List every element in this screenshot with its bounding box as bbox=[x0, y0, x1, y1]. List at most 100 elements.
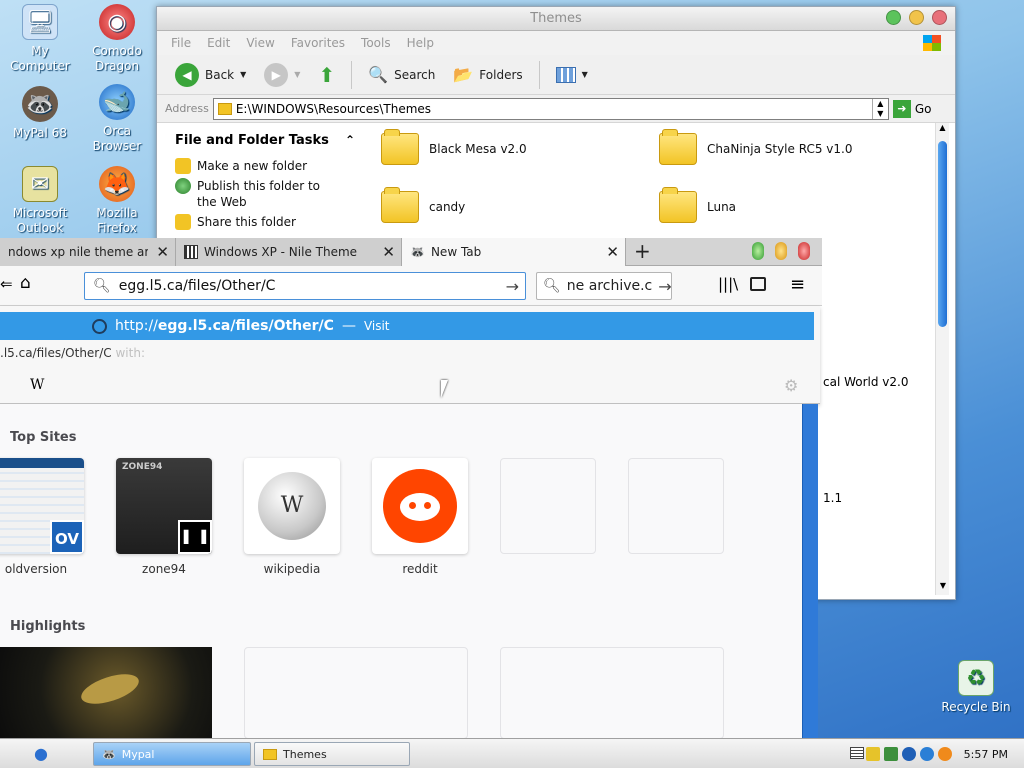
menu-tools[interactable]: Tools bbox=[361, 36, 391, 50]
folder-item[interactable]: candy bbox=[381, 187, 465, 223]
desktop-icon-mypal[interactable]: 🦝 MyPal 68 bbox=[0, 86, 80, 141]
apple-menu-icon[interactable]: ● bbox=[34, 744, 48, 763]
search-settings-gear-icon[interactable]: ⚙ bbox=[784, 376, 798, 395]
tab-new-tab[interactable]: 🦝 New Tab ✕ bbox=[402, 238, 626, 266]
search-go-icon[interactable]: → bbox=[658, 277, 671, 296]
search-input[interactable]: 🔍︎ ne archive.c → bbox=[536, 272, 672, 300]
task-publish-folder[interactable]: Publish this folder to the Web bbox=[175, 178, 355, 210]
scroll-down-button[interactable]: ▼ bbox=[936, 581, 950, 595]
search-button[interactable]: 🔍 Search bbox=[362, 63, 441, 86]
site-thumbnail: OV bbox=[0, 458, 84, 554]
task-make-new-folder[interactable]: Make a new folder bbox=[175, 158, 355, 174]
tab-label: New Tab bbox=[430, 245, 482, 259]
taskbar-button-mypal[interactable]: 🦝 Mypal bbox=[93, 742, 251, 766]
folder-item[interactable]: Luna bbox=[659, 187, 736, 223]
views-button[interactable]: ▼ bbox=[550, 65, 594, 85]
library-icon[interactable]: |||\ bbox=[718, 275, 738, 293]
explorer-titlebar[interactable]: Themes bbox=[157, 7, 955, 31]
top-site-zone94[interactable]: ZONE94 ▌ ▐ zone94 bbox=[116, 458, 212, 576]
desktop-icon-outlook[interactable]: ✉ Microsoft Outlook bbox=[0, 166, 80, 236]
task-label: Share this folder bbox=[197, 215, 296, 229]
network-icon[interactable] bbox=[883, 747, 898, 761]
explorer-scrollbar[interactable]: ▲ ▼ bbox=[935, 123, 949, 595]
desktop-icon-orca[interactable]: 🐋 Orca Browser bbox=[77, 84, 157, 154]
tab-nile-archive[interactable]: ndows xp nile theme archi ✕ bbox=[0, 238, 176, 266]
top-site-empty[interactable] bbox=[628, 458, 724, 562]
maximize-light-icon[interactable] bbox=[775, 242, 787, 260]
folder-label-partial[interactable]: cal World v2.0 bbox=[823, 375, 909, 389]
desktop-icon-label: Microsoft Outlook bbox=[12, 206, 68, 235]
desktop-icon-comodo-dragon[interactable]: ◉ Comodo Dragon bbox=[77, 4, 157, 74]
desktop-icon-recycle-bin[interactable]: ♻ Recycle Bin bbox=[936, 660, 1016, 715]
folder-label: Black Mesa v2.0 bbox=[429, 142, 527, 156]
address-field[interactable]: E:\WINDOWS\Resources\Themes ▲ ▼ bbox=[212, 97, 889, 120]
highlight-card[interactable] bbox=[0, 647, 212, 738]
wikipedia-engine-icon[interactable]: W bbox=[30, 377, 44, 393]
site-thumbnail: W bbox=[244, 458, 340, 554]
folders-button[interactable]: 📂 Folders bbox=[447, 63, 528, 86]
go-label[interactable]: Go bbox=[915, 102, 932, 116]
close-light-icon[interactable] bbox=[798, 242, 810, 260]
top-site-empty[interactable] bbox=[500, 458, 596, 562]
browser-scrollbar[interactable] bbox=[802, 404, 818, 738]
up-button[interactable]: ⬆ bbox=[312, 61, 341, 89]
close-button[interactable] bbox=[932, 10, 947, 25]
folder-icon bbox=[381, 187, 419, 223]
suggestion-row[interactable]: http://egg.l5.ca/files/Other/C — Visit bbox=[0, 312, 814, 340]
reddit-eye-left bbox=[409, 502, 416, 509]
menu-favorites[interactable]: Favorites bbox=[291, 36, 345, 50]
close-tab-icon[interactable]: ✕ bbox=[382, 243, 395, 261]
close-tab-icon[interactable]: ✕ bbox=[606, 243, 619, 261]
menu-edit[interactable]: Edit bbox=[207, 36, 230, 50]
close-tab-icon[interactable]: ✕ bbox=[156, 243, 169, 261]
url-input[interactable]: 🔍︎ egg.l5.ca/files/Other/C → bbox=[84, 272, 526, 300]
highlight-card-empty[interactable] bbox=[500, 647, 724, 739]
keyboard-icon[interactable] bbox=[850, 747, 864, 759]
hamburger-menu-icon[interactable]: ≡ bbox=[790, 274, 805, 295]
go-arrow-icon[interactable]: → bbox=[506, 277, 519, 296]
update-icon[interactable] bbox=[919, 747, 934, 761]
scroll-thumb[interactable] bbox=[938, 141, 947, 327]
tab-nile-theme[interactable]: Windows XP - Nile Theme ✕ bbox=[176, 238, 402, 266]
forward-button[interactable]: ▶ ▼ bbox=[258, 61, 306, 89]
menu-view[interactable]: View bbox=[246, 36, 274, 50]
home-icon[interactable]: ⌂ bbox=[20, 273, 31, 293]
menu-help[interactable]: Help bbox=[407, 36, 434, 50]
collapse-icon[interactable]: ⌃ bbox=[345, 133, 355, 148]
archive-favicon-icon bbox=[184, 245, 198, 259]
folder-item[interactable]: ChaNinja Style RC5 v1.0 bbox=[659, 129, 852, 165]
url-suggestions-dropdown: http://egg.l5.ca/files/Other/C — Visit .… bbox=[0, 306, 820, 404]
top-site-wikipedia[interactable]: W wikipedia bbox=[244, 458, 340, 576]
task-share-folder[interactable]: Share this folder bbox=[175, 214, 355, 230]
security-icon[interactable] bbox=[901, 747, 916, 761]
back-label: Back bbox=[205, 67, 235, 82]
zoom-button[interactable] bbox=[909, 10, 924, 25]
reload-icon[interactable]: ⇐ bbox=[0, 275, 13, 293]
desktop-icon-my-computer[interactable]: 🖥 My Computer bbox=[0, 4, 80, 74]
top-site-oldversion[interactable]: OV oldversion bbox=[0, 458, 84, 576]
minimize-light-icon[interactable] bbox=[752, 242, 764, 260]
sidebar-icon[interactable] bbox=[750, 277, 766, 291]
chevron-down-icon: ▼ bbox=[294, 70, 301, 79]
scroll-up-button[interactable]: ▲ bbox=[936, 123, 949, 137]
shield-icon[interactable] bbox=[865, 747, 880, 761]
search-label: Search bbox=[394, 67, 436, 82]
taskbar-button-themes[interactable]: Themes bbox=[254, 742, 410, 766]
menu-file[interactable]: File bbox=[171, 36, 191, 50]
address-dropdown-button[interactable]: ▲ ▼ bbox=[871, 98, 888, 119]
top-site-reddit[interactable]: reddit bbox=[372, 458, 468, 576]
search-with-row[interactable]: .l5.ca/files/Other/C with: bbox=[0, 346, 145, 360]
tray-search-icon[interactable] bbox=[937, 747, 952, 761]
new-tab-plus-icon[interactable]: + bbox=[634, 239, 651, 263]
go-arrow-icon[interactable]: ➜ bbox=[892, 99, 911, 118]
folder-label-partial[interactable]: 1.1 bbox=[823, 491, 842, 505]
new-folder-icon bbox=[175, 158, 191, 174]
highlight-card-empty[interactable] bbox=[244, 647, 468, 739]
back-button[interactable]: ◀ Back ▼ bbox=[169, 61, 252, 89]
taskbar: ● 🦝 Mypal Themes 5:57 PM bbox=[0, 738, 1024, 768]
folder-item[interactable]: Black Mesa v2.0 bbox=[381, 129, 527, 165]
minimize-button[interactable] bbox=[886, 10, 901, 25]
desktop-icon-firefox[interactable]: 🦊 Mozilla Firefox bbox=[77, 166, 157, 236]
url-value: egg.l5.ca/files/Other/C bbox=[118, 278, 276, 294]
thumbnail-header bbox=[0, 458, 84, 468]
